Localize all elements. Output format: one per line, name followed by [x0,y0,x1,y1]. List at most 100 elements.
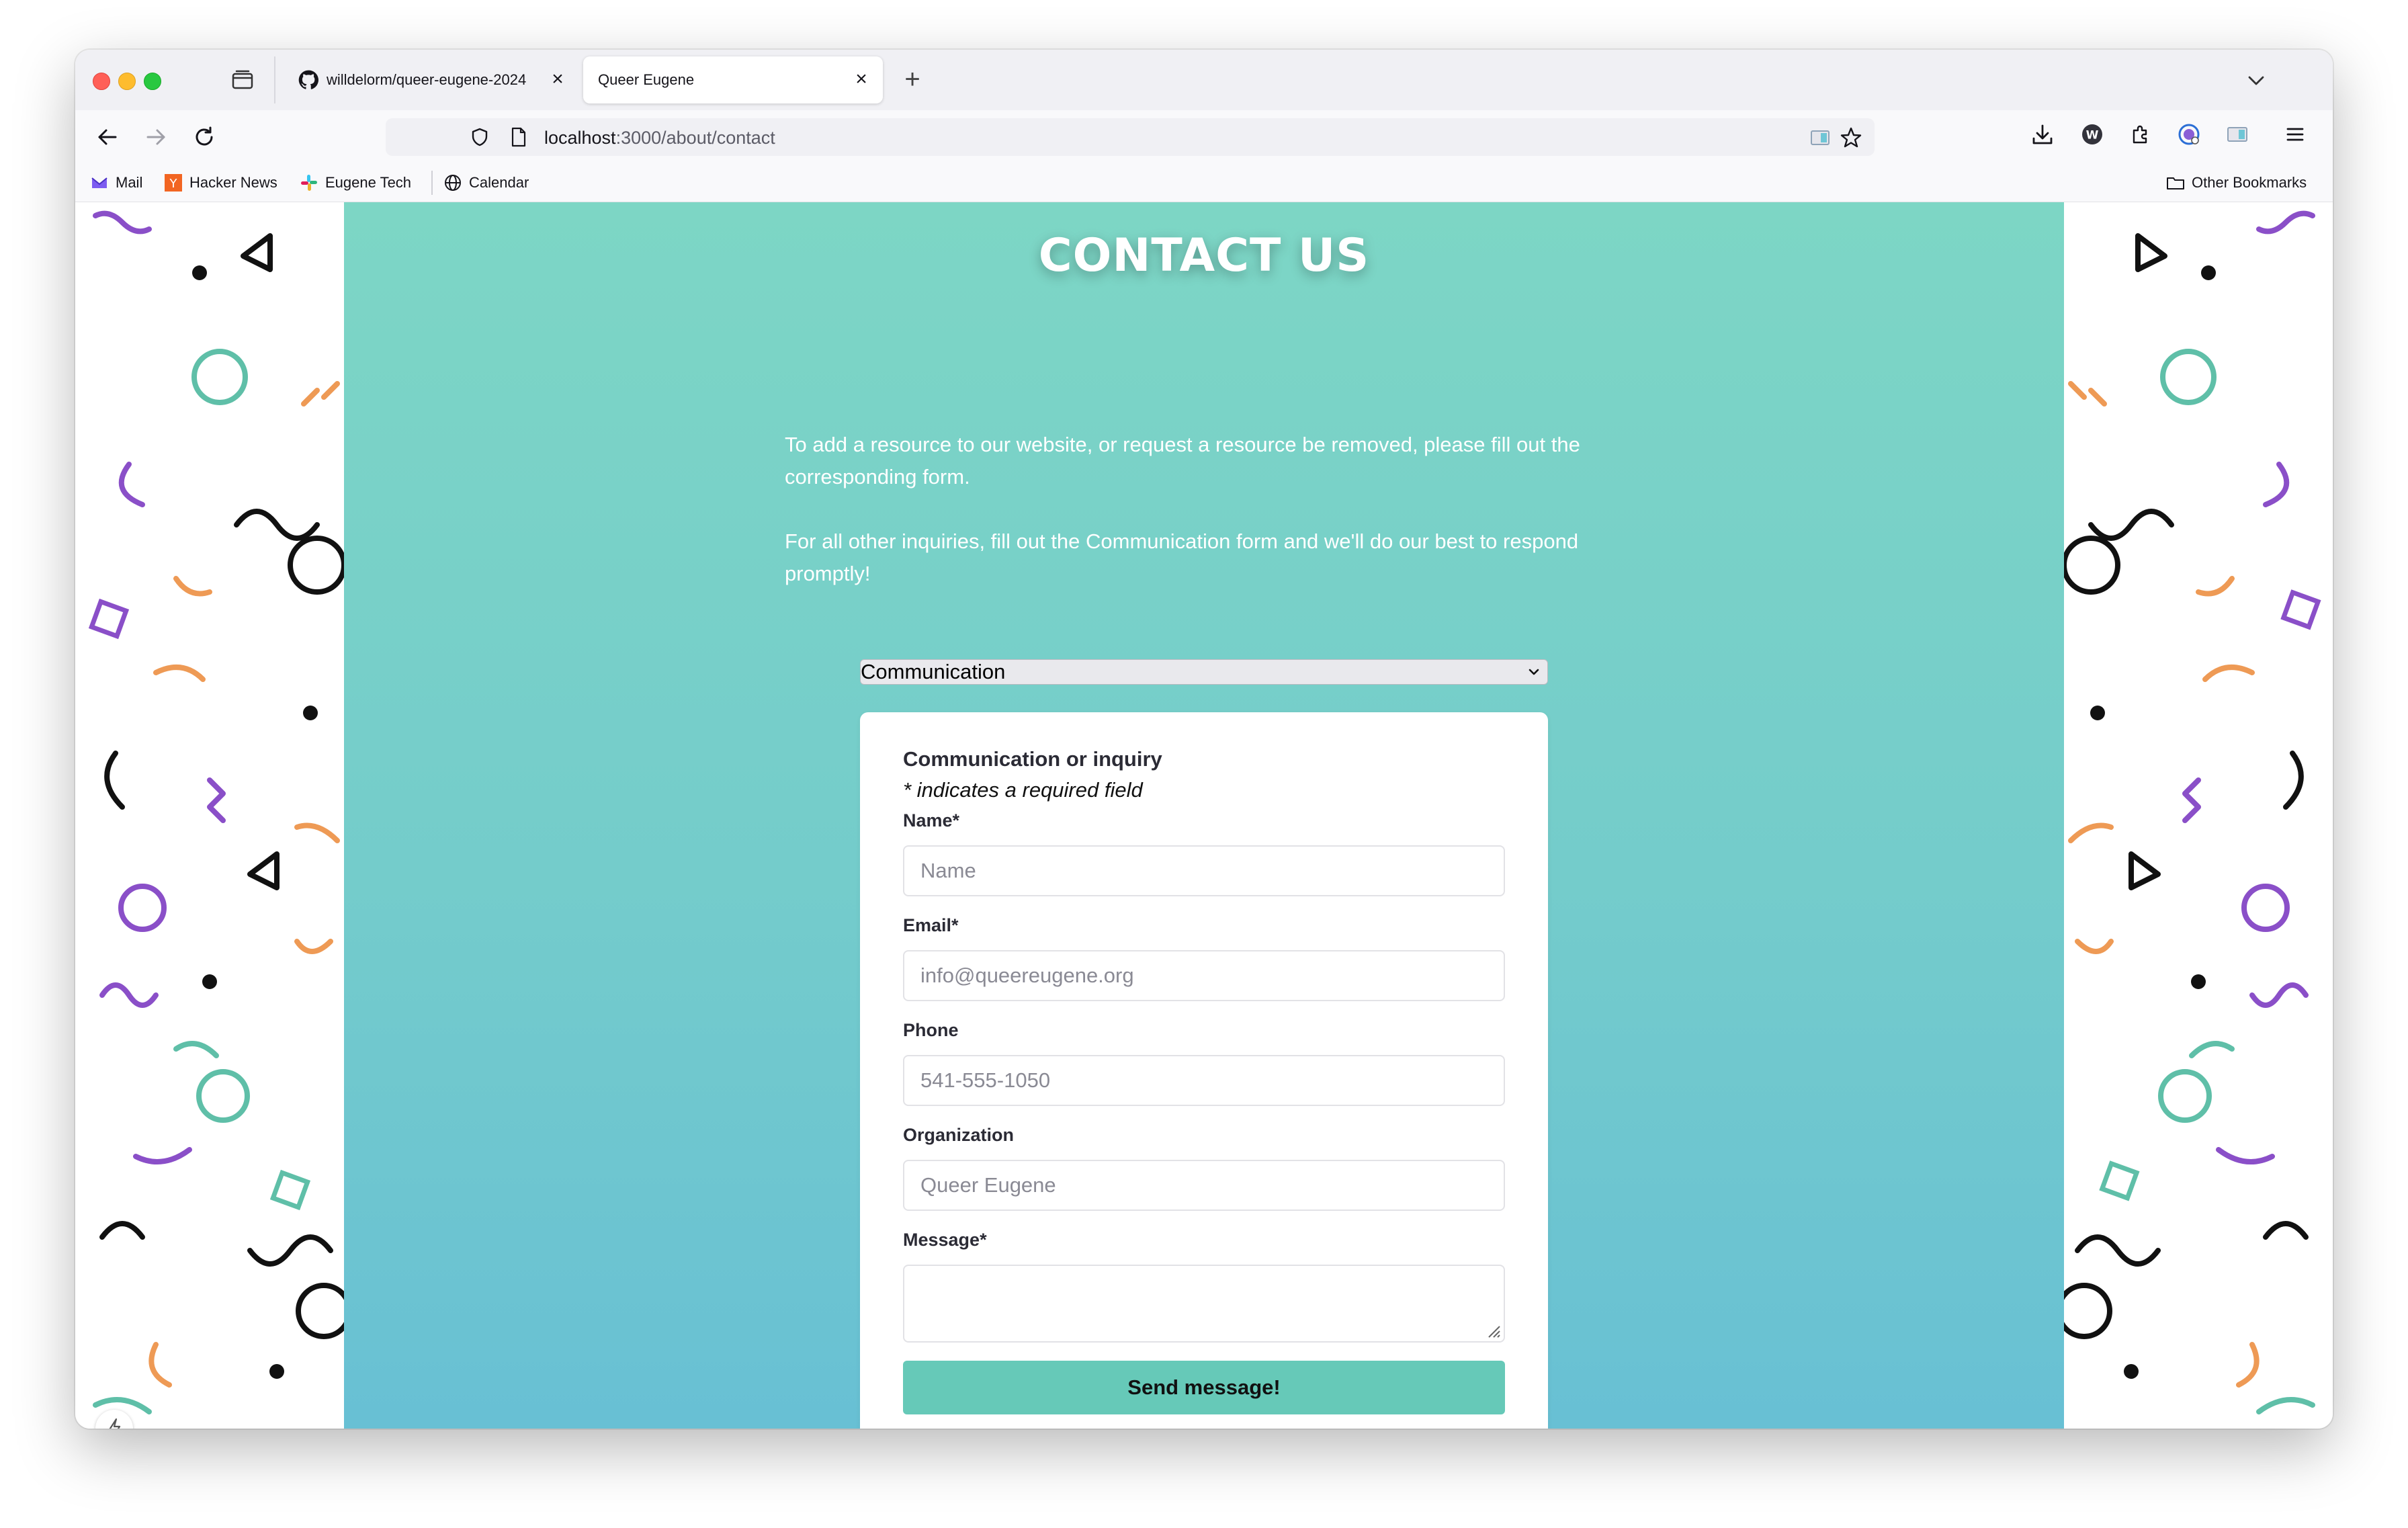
url-text[interactable]: localhost:3000/about/contact [544,128,775,148]
confetti-squiggle [2263,1221,2309,1240]
form-title: Communication or inquiry [903,747,1162,771]
confetti-squiggle [2128,851,2161,890]
page-viewport: CONTACT US To add a resource to our webs… [75,202,2333,1429]
globe-icon [445,175,461,191]
navigation-bar: localhost:3000/about/contact W [75,110,2333,164]
tab-strip: willdelorm/queer-eugene-2024 × Queer Eug… [75,50,2333,110]
chevron-down-icon[interactable] [2244,69,2268,93]
confetti-square [2099,1160,2140,1201]
confetti-squiggle [2263,462,2290,507]
url-path: :3000/about/contact [615,128,775,148]
reload-icon[interactable] [189,122,219,152]
svg-text:W: W [2086,129,2099,142]
forward-icon[interactable] [141,122,171,152]
minimize-window-button[interactable] [118,73,136,90]
confetti-ring [191,349,248,405]
reader-icon[interactable] [1810,129,1830,146]
bookmark-mail[interactable]: Mail [90,169,142,196]
address-bar[interactable]: localhost:3000/about/contact [386,118,1875,156]
confetti-squiggle [2088,509,2174,541]
confetti-squiggle [2075,939,2114,954]
account-icon[interactable] [2177,122,2201,146]
organization-input[interactable]: Queer Eugene [903,1160,1505,1211]
slack-icon [301,175,317,191]
extensions-icon[interactable] [2128,122,2153,146]
confetti-squiggle [118,462,145,507]
bookmark-label: Calendar [469,174,529,191]
tab-queer-eugene[interactable]: Queer Eugene × [583,56,883,103]
confetti-square [269,1169,311,1211]
new-tab-button[interactable]: + [899,66,926,93]
bookmark-separator [431,171,433,195]
confetti-squiggle [93,210,152,235]
contact-section: CONTACT US To add a resource to our webs… [344,202,2064,1429]
email-input[interactable]: info@queereugene.org [903,950,1505,1001]
confetti-ring [2158,1069,2212,1123]
confetti-pattern-right [2064,202,2333,1429]
back-icon[interactable] [93,122,122,152]
confetti-dot [2090,706,2105,720]
tab-github[interactable]: willdelorm/queer-eugene-2024 × [284,56,579,103]
confetti-squiggle [2075,1234,2161,1267]
confetti-squiggle [2182,777,2201,823]
confetti-squiggle [104,751,125,810]
page-title: CONTACT US [1038,229,1370,282]
name-input[interactable]: Name [903,845,1505,896]
confetti-square [2280,589,2321,630]
github-icon [298,70,318,89]
communication-form: Communication or inquiry * indicates a r… [860,712,1548,1429]
confetti-ring [296,1283,344,1339]
name-label: Name* [903,810,960,831]
close-window-button[interactable] [93,73,110,90]
email-label: Email* [903,915,959,935]
browser-window: willdelorm/queer-eugene-2024 × Queer Eug… [75,50,2333,1429]
confetti-squiggle [99,982,159,1008]
page-icon[interactable] [511,127,527,147]
bookmark-hacker-news[interactable]: Y Hacker News [164,169,277,196]
phone-input[interactable]: 541-555-1050 [903,1055,1505,1106]
bookmark-other[interactable]: Other Bookmarks [2166,169,2307,196]
send-message-button[interactable]: Send message! [903,1361,1505,1414]
star-icon[interactable] [1840,126,1862,149]
confetti-squiggle [153,665,206,682]
bookmark-calendar[interactable]: Calendar [443,169,529,196]
menu-icon[interactable] [2283,122,2307,146]
maximize-window-button[interactable] [144,73,161,90]
confetti-squiggle [2196,576,2235,597]
tab-title: Queer Eugene [598,71,695,88]
message-textarea[interactable] [903,1265,1505,1343]
confetti-ring [196,1069,250,1123]
tab-separator [274,56,275,103]
hacker-news-icon: Y [165,174,182,192]
close-tab-icon[interactable]: × [547,69,568,90]
phone-label: Phone [903,1020,959,1040]
bolt-icon [109,1418,121,1429]
tab-view-icon[interactable] [231,70,254,90]
sidebar-icon[interactable] [2225,122,2249,146]
confetti-squiggle [247,1234,333,1267]
confetti-pattern-left [75,202,344,1429]
confetti-squiggle [2256,1397,2315,1414]
confetti-dot [202,974,217,989]
dev-tools-button[interactable] [95,1410,133,1429]
folder-icon [2167,177,2184,189]
confetti-squiggle [247,851,280,890]
confetti-squiggle [2202,665,2255,682]
message-label: Message* [903,1230,987,1250]
bookmark-eugene-tech[interactable]: Eugene Tech [300,169,411,196]
confetti-squiggle [2216,1147,2275,1164]
wordpress-icon[interactable]: W [2080,122,2104,146]
bookmarks-bar: Mail Y Hacker News Eugene Tech Calendar … [75,164,2333,202]
form-type-select[interactable]: Communication [860,659,1548,685]
download-icon[interactable] [2030,122,2055,146]
shield-icon[interactable] [470,128,489,146]
confetti-dot [269,1364,284,1379]
mail-icon [91,177,108,188]
confetti-ring [2241,884,2290,932]
resize-grip-icon[interactable] [1486,1324,1501,1339]
confetti-squiggle [173,576,212,597]
close-tab-icon[interactable]: × [851,69,872,90]
bookmark-label: Hacker News [189,174,277,191]
tab-title: willdelorm/queer-eugene-2024 [327,71,527,88]
confetti-squiggle [2249,982,2309,1008]
